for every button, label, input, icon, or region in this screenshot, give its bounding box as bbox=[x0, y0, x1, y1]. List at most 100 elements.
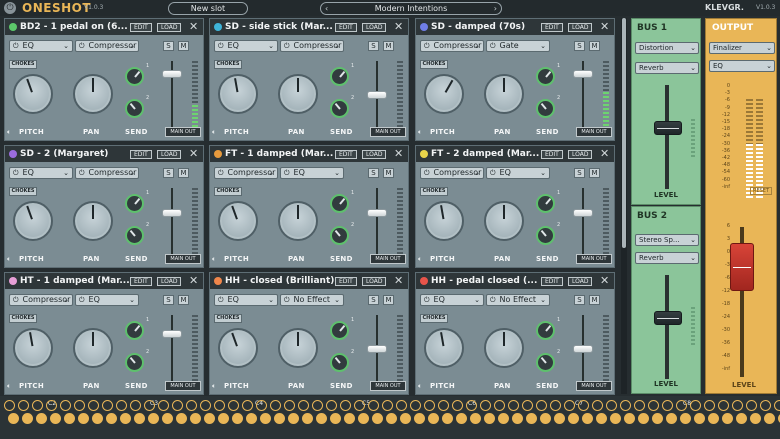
volume-fader-cap[interactable] bbox=[367, 345, 387, 353]
pad-key[interactable] bbox=[358, 413, 369, 424]
pad-key[interactable] bbox=[242, 400, 253, 411]
pitch-knob[interactable] bbox=[218, 201, 258, 241]
pad-key[interactable] bbox=[22, 413, 33, 424]
pad-key[interactable] bbox=[648, 400, 659, 411]
solo-button[interactable]: S bbox=[163, 168, 174, 178]
new-slot-button[interactable]: New slot bbox=[168, 2, 248, 15]
pad-key[interactable] bbox=[750, 413, 761, 424]
pad-key[interactable] bbox=[550, 400, 561, 411]
chevron-left-icon[interactable]: ‹ bbox=[325, 3, 328, 14]
load-button[interactable]: LOAD bbox=[157, 150, 182, 159]
pad-key[interactable] bbox=[512, 413, 523, 424]
pad-key[interactable] bbox=[564, 400, 575, 411]
send-2-knob[interactable]: 2 bbox=[536, 349, 560, 372]
close-icon[interactable]: ✕ bbox=[394, 147, 403, 160]
mute-button[interactable]: M bbox=[178, 41, 189, 51]
pad-key[interactable] bbox=[774, 400, 780, 411]
pad-key[interactable] bbox=[424, 400, 435, 411]
pad-key[interactable] bbox=[32, 400, 43, 411]
main-out-selector[interactable]: MAIN OUT bbox=[370, 127, 406, 137]
chokes-button[interactable]: CHOKES bbox=[214, 60, 242, 69]
main-out-selector[interactable]: MAIN OUT bbox=[165, 381, 201, 391]
pan-knob[interactable] bbox=[484, 328, 524, 368]
power-icon[interactable]: ⏻ bbox=[218, 42, 224, 50]
pad-key[interactable] bbox=[8, 413, 19, 424]
pad-key[interactable] bbox=[610, 413, 621, 424]
pad-key[interactable] bbox=[368, 400, 379, 411]
fx-slot-2[interactable]: ⏻ Compressor ⌄ bbox=[75, 167, 139, 179]
pitch-knob[interactable] bbox=[424, 74, 464, 114]
solo-button[interactable]: S bbox=[574, 295, 585, 305]
pitch-knob[interactable] bbox=[13, 328, 53, 368]
pad-key[interactable] bbox=[536, 400, 547, 411]
power-icon[interactable]: ⏻ bbox=[79, 296, 85, 304]
slot-color-dot[interactable] bbox=[420, 150, 428, 158]
slot-color-dot[interactable] bbox=[420, 23, 428, 31]
mute-button[interactable]: M bbox=[383, 295, 394, 305]
fx-slot-2[interactable]: ⏻ No Effect ⌄ bbox=[486, 294, 550, 306]
load-button[interactable]: LOAD bbox=[362, 23, 387, 32]
pad-key[interactable] bbox=[340, 400, 351, 411]
pad-key[interactable] bbox=[764, 413, 775, 424]
speaker-icon[interactable]: 🔈︎ bbox=[212, 255, 216, 264]
pad-key[interactable] bbox=[694, 413, 705, 424]
pad-key[interactable] bbox=[582, 413, 593, 424]
pan-knob[interactable] bbox=[73, 74, 113, 114]
slot-color-dot[interactable] bbox=[214, 150, 222, 158]
pad-key[interactable] bbox=[162, 413, 173, 424]
fx-slot-2[interactable]: ⏻ EQ ⌄ bbox=[280, 167, 344, 179]
power-icon[interactable]: ⏻ bbox=[490, 169, 496, 177]
fx-slot-1[interactable]: ⏻ EQ ⌄ bbox=[9, 167, 73, 179]
send-2-knob[interactable]: 2 bbox=[330, 95, 354, 118]
power-icon[interactable]: ⏻ bbox=[79, 42, 85, 50]
pad-key[interactable] bbox=[498, 413, 509, 424]
mute-button[interactable]: M bbox=[383, 41, 394, 51]
speaker-icon[interactable]: 🔈︎ bbox=[7, 255, 11, 264]
pad-key[interactable] bbox=[456, 413, 467, 424]
slot-color-dot[interactable] bbox=[420, 277, 428, 285]
pad-key[interactable] bbox=[466, 400, 477, 411]
pad-key[interactable] bbox=[592, 400, 603, 411]
slot-color-dot[interactable] bbox=[9, 23, 17, 31]
power-icon[interactable]: ⏻ bbox=[284, 169, 290, 177]
edit-button[interactable]: EDIT bbox=[335, 277, 357, 286]
pad-key[interactable] bbox=[260, 413, 271, 424]
pad-key[interactable] bbox=[372, 413, 383, 424]
pad-key[interactable] bbox=[718, 400, 729, 411]
pad-key[interactable] bbox=[736, 413, 747, 424]
volume-fader-cap[interactable] bbox=[162, 70, 182, 78]
slot-color-dot[interactable] bbox=[9, 277, 17, 285]
load-button[interactable]: LOAD bbox=[362, 277, 387, 286]
chokes-button[interactable]: CHOKES bbox=[9, 314, 37, 323]
volume-fader-cap[interactable] bbox=[573, 209, 593, 217]
slot-color-dot[interactable] bbox=[214, 23, 222, 31]
pad-key[interactable] bbox=[382, 400, 393, 411]
pad-key[interactable] bbox=[134, 413, 145, 424]
reset-button[interactable]: RESET bbox=[750, 187, 772, 195]
pad-key[interactable] bbox=[130, 400, 141, 411]
close-icon[interactable]: ✕ bbox=[394, 20, 403, 33]
edit-button[interactable]: EDIT bbox=[130, 23, 152, 32]
pad-key[interactable] bbox=[690, 400, 701, 411]
pad-key[interactable] bbox=[452, 400, 463, 411]
main-out-selector[interactable]: MAIN OUT bbox=[165, 254, 201, 264]
pad-key[interactable] bbox=[316, 413, 327, 424]
bus-fx-slot-1[interactable]: Distortion ⌄ bbox=[635, 42, 699, 54]
pad-key[interactable] bbox=[116, 400, 127, 411]
pad-key[interactable] bbox=[494, 400, 505, 411]
pad-key[interactable] bbox=[410, 400, 421, 411]
pad-key[interactable] bbox=[176, 413, 187, 424]
mute-button[interactable]: M bbox=[178, 168, 189, 178]
pitch-knob[interactable] bbox=[218, 74, 258, 114]
power-icon[interactable]: ⏻ bbox=[490, 42, 496, 50]
load-button[interactable]: LOAD bbox=[568, 23, 593, 32]
main-out-selector[interactable]: MAIN OUT bbox=[165, 127, 201, 137]
send-2-knob[interactable]: 2 bbox=[536, 222, 560, 245]
pad-key[interactable] bbox=[4, 400, 15, 411]
close-icon[interactable]: ✕ bbox=[600, 147, 609, 160]
speaker-icon[interactable]: 🔈︎ bbox=[212, 128, 216, 137]
close-icon[interactable]: ✕ bbox=[189, 274, 198, 287]
power-icon[interactable]: ⏻ bbox=[13, 169, 19, 177]
bus-fader-cap[interactable] bbox=[654, 120, 682, 135]
fx-slot-2[interactable]: ⏻ EQ ⌄ bbox=[486, 167, 550, 179]
